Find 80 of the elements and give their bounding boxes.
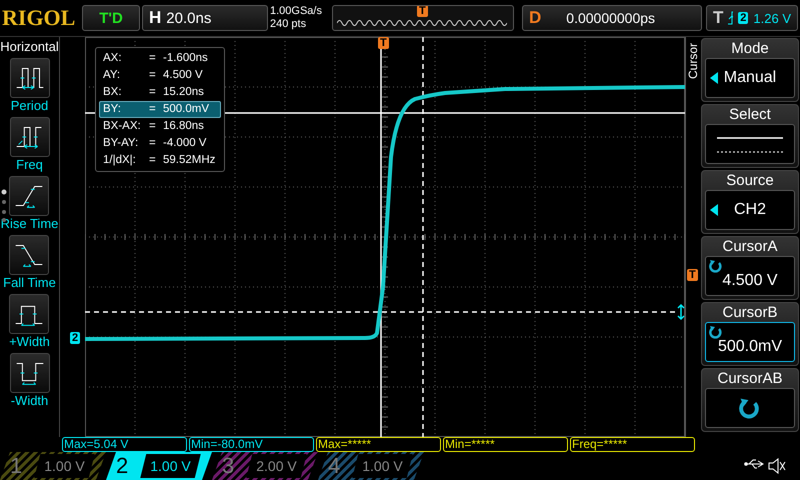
left-arrow-icon — [710, 204, 718, 216]
readout-label: BY: — [103, 102, 122, 117]
readout-label: BY-AY: — [103, 136, 140, 151]
measure-button[interactable]: -Width — [10, 353, 50, 408]
channel-scale: 1.00 V — [34, 454, 95, 478]
channel-number: 2 — [116, 453, 128, 479]
readout-equals: = — [149, 85, 157, 100]
softkey-title: Source — [726, 172, 774, 190]
readout-equals: = — [149, 51, 157, 66]
readout-value: 15.20ns — [163, 85, 205, 100]
softkey-button[interactable] — [705, 388, 795, 428]
period-icon — [10, 58, 50, 98]
measurement-value: Min=-80.0mV — [189, 437, 314, 452]
menu-tab[interactable]: Cursor — [686, 43, 700, 80]
speaker-muted-icon — [768, 458, 786, 474]
menu-title: Horizontal — [0, 38, 59, 56]
measure-button[interactable]: Freq — [10, 117, 50, 172]
softkey-button[interactable] — [705, 124, 795, 164]
readout-equals: = — [149, 102, 157, 117]
softkey-button[interactable]: Manual — [705, 58, 795, 98]
readout-label: AY: — [103, 68, 122, 83]
readout-equals: = — [149, 136, 157, 151]
channel-marker: 2 — [70, 332, 80, 344]
channel-scale: 1.00 V — [352, 454, 413, 478]
waveform-overview-icon — [337, 18, 507, 28]
rise-icon — [9, 176, 50, 216]
brand-logo: RIGOL — [2, 5, 76, 31]
softkey-button[interactable]: 4.500 V — [705, 256, 795, 296]
readout-label: AX: — [103, 51, 123, 66]
measurement-value: Freq=***** — [570, 437, 695, 452]
run-status[interactable]: T'D — [82, 5, 140, 31]
readout-value: -4.000 V — [163, 136, 208, 151]
timebase-field[interactable]: H 20.0ns — [142, 5, 268, 31]
measurement-value: Min=***** — [443, 437, 568, 452]
readout-label: 1/|dX|: — [103, 153, 137, 168]
measurement-value: Max=***** — [316, 437, 441, 452]
readout-value: 500.0mV — [163, 102, 210, 117]
channel-scale: 1.00 V — [140, 454, 201, 478]
readout-value: 4.500 V — [163, 68, 204, 83]
knob-icon — [709, 325, 723, 339]
readout-equals: = — [149, 153, 157, 168]
left-arrow-icon — [710, 72, 718, 84]
measure-button[interactable]: Rise Time — [0, 176, 58, 231]
knob-icon — [739, 397, 761, 419]
softkey-button[interactable]: 500.0mV — [705, 322, 795, 362]
softkey-title: CursorA — [722, 238, 778, 256]
readout-label: BX: — [103, 85, 123, 100]
fall-icon — [9, 235, 50, 275]
measurement-value: Max=5.04 V — [62, 437, 187, 452]
readout-equals: = — [149, 119, 157, 134]
measure-button[interactable]: Fall Time — [3, 235, 56, 290]
measure-button[interactable]: +Width — [9, 294, 50, 349]
trigger-field[interactable]: T 2 1.26 V — [706, 5, 798, 31]
softkey-title: CursorB — [722, 304, 778, 322]
sample-rate: 1.00GSa/s — [270, 5, 323, 18]
readout-value: -1.600ns — [163, 51, 209, 66]
trigger-marker: T — [378, 37, 389, 49]
memory-depth: 240 pts — [270, 18, 308, 31]
readout-value: 16.80ns — [163, 119, 205, 134]
readout-label: BX-AX: — [103, 119, 142, 134]
channel-tab[interactable]: 2 1.00 V — [106, 452, 212, 480]
knob-icon — [709, 259, 723, 273]
trigger-source: 2 — [738, 12, 748, 24]
softkey-title: CursorAB — [717, 370, 783, 388]
trigger-level-marker: T — [687, 269, 698, 281]
rising-edge-icon — [728, 11, 734, 25]
readout-equals: = — [149, 68, 157, 83]
softkey-button[interactable]: CH2 — [705, 190, 795, 230]
softkey-title: Select — [729, 106, 771, 124]
delay-field[interactable]: D 0.00000000ps — [522, 5, 702, 31]
freq-icon — [10, 117, 50, 157]
pwidth-icon — [9, 294, 50, 334]
nwidth-icon — [10, 353, 50, 393]
softkey-title: Mode — [731, 40, 769, 58]
readout-value: 59.52MHz — [163, 153, 216, 168]
cursor-arrow-icon — [677, 304, 685, 320]
trigger-position-marker: T — [417, 6, 428, 17]
channel-scale: 2.00 V — [246, 454, 307, 478]
usb-icon — [744, 458, 764, 470]
measure-button[interactable]: Period — [10, 58, 50, 113]
